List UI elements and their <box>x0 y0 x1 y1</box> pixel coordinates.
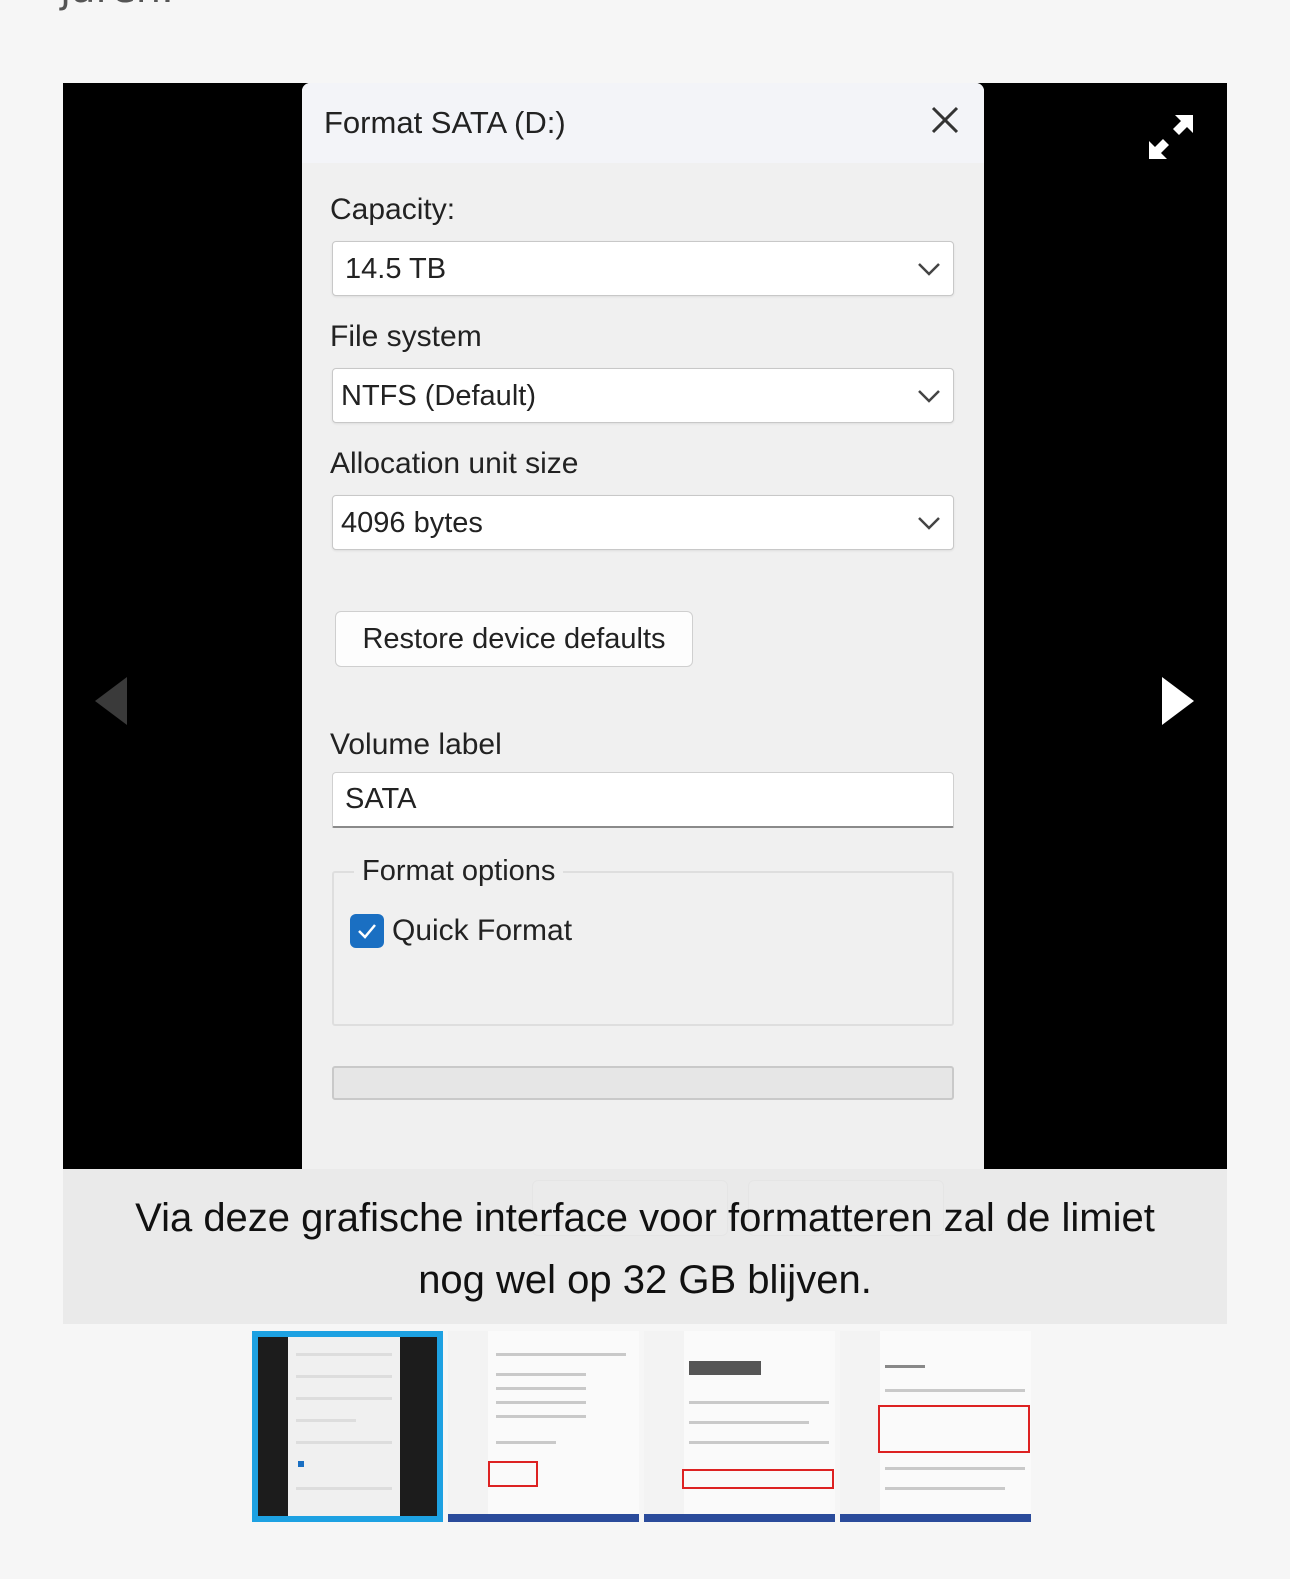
close-icon[interactable] <box>928 103 962 137</box>
format-progress-bar <box>332 1066 954 1100</box>
thumbnail-preview <box>448 1331 488 1516</box>
fullscreen-icon[interactable] <box>1145 111 1197 163</box>
capacity-select[interactable]: 14.5 TB <box>332 241 954 296</box>
allocation-label: Allocation unit size <box>330 447 579 480</box>
volume-label-label: Volume label <box>330 728 502 761</box>
chevron-down-icon <box>918 517 940 530</box>
quick-format-label[interactable]: Quick Format <box>392 914 572 948</box>
image-caption: Via deze grafische interface voor format… <box>63 1169 1227 1324</box>
next-arrow-icon[interactable] <box>1158 675 1198 727</box>
format-dialog: Format SATA (D:) Capacity: 14.5 TB File … <box>302 83 984 1324</box>
format-options-label: Format options <box>354 855 564 888</box>
quick-format-checkbox[interactable] <box>350 914 384 948</box>
filesystem-select[interactable]: NTFS (Default) <box>332 368 954 423</box>
thumbnail-display-hdr[interactable] <box>644 1331 835 1522</box>
filesystem-value: NTFS (Default) <box>341 380 536 412</box>
chevron-down-icon <box>918 390 940 403</box>
thumbnail-disks-volumes[interactable] <box>448 1331 639 1522</box>
thumbnail-power-battery[interactable] <box>840 1331 1031 1522</box>
article-text-fragment: jaren. <box>60 0 174 12</box>
format-options-group <box>332 871 954 1026</box>
volume-label-input[interactable]: SATA <box>332 772 954 828</box>
checkmark-icon <box>358 924 376 939</box>
restore-defaults-button[interactable]: Restore device defaults <box>335 611 693 667</box>
chevron-down-icon <box>918 263 940 276</box>
thumbnail-preview <box>644 1331 684 1516</box>
dialog-titlebar: Format SATA (D:) <box>302 83 984 163</box>
caption-text: Via deze grafische interface voor format… <box>135 1196 1155 1302</box>
dialog-title: Format SATA (D:) <box>324 105 566 140</box>
thumbnail-preview <box>840 1331 880 1516</box>
filesystem-label: File system <box>330 320 482 353</box>
volume-label-value: SATA <box>345 783 417 815</box>
prev-arrow-icon[interactable] <box>91 675 131 727</box>
thumbnail-format-dialog[interactable] <box>252 1331 443 1522</box>
thumbnail-preview <box>288 1337 400 1516</box>
capacity-value: 14.5 TB <box>345 253 447 285</box>
capacity-label: Capacity: <box>330 193 456 226</box>
allocation-value: 4096 bytes <box>341 507 483 539</box>
allocation-select[interactable]: 4096 bytes <box>332 495 954 550</box>
